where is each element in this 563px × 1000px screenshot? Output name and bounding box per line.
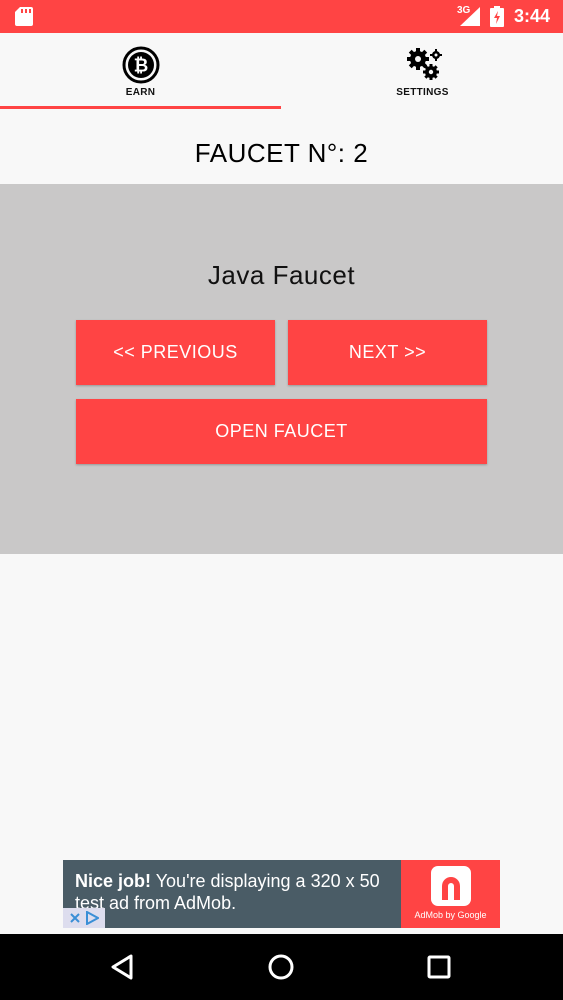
ad-banner[interactable]: Nice job! You're displaying a 320 x 50 t… (63, 860, 500, 928)
ad-text: Nice job! You're displaying a 320 x 50 t… (75, 870, 395, 914)
ad-headline: Nice job! (75, 871, 152, 891)
navigation-bar (0, 934, 563, 1000)
tab-earn[interactable]: ₿ EARN (0, 33, 281, 110)
previous-button[interactable]: << PREVIOUS (76, 320, 275, 385)
open-faucet-button[interactable]: OPEN FAUCET (76, 399, 487, 464)
tab-earn-label: EARN (125, 87, 156, 98)
battery-icon (490, 6, 504, 27)
faucet-name: Java Faucet (207, 260, 356, 290)
ad-choices-icon[interactable] (85, 911, 99, 925)
close-icon[interactable] (69, 912, 81, 924)
faucet-number-title: FAUCET N°: 2 (194, 138, 369, 168)
admob-logo: AdMob by Google (401, 860, 500, 928)
tab-selected-indicator (0, 106, 281, 109)
back-icon[interactable] (108, 952, 138, 982)
admob-icon (431, 866, 471, 906)
recent-apps-icon[interactable] (424, 952, 454, 982)
tab-settings-label: SETTINGS (396, 87, 449, 98)
clock: 3:44 (514, 6, 551, 26)
tab-bar: ₿ EARN SETTINGS (0, 33, 563, 110)
svg-text:₿: ₿ (133, 56, 148, 76)
signal-icon (460, 7, 480, 26)
status-bar: 3G 3:44 (0, 0, 563, 33)
admob-brand-label: AdMob by Google (414, 910, 487, 920)
next-button[interactable]: NEXT >> (288, 320, 487, 385)
ad-choices[interactable] (63, 908, 105, 928)
gears-icon (406, 48, 442, 80)
home-icon[interactable] (266, 952, 296, 982)
sd-card-icon (15, 7, 33, 26)
tab-settings[interactable]: SETTINGS (282, 33, 563, 110)
faucet-panel: Java Faucet << PREVIOUS NEXT >> OPEN FAU… (0, 184, 563, 554)
bitcoin-icon: ₿ (122, 46, 159, 84)
